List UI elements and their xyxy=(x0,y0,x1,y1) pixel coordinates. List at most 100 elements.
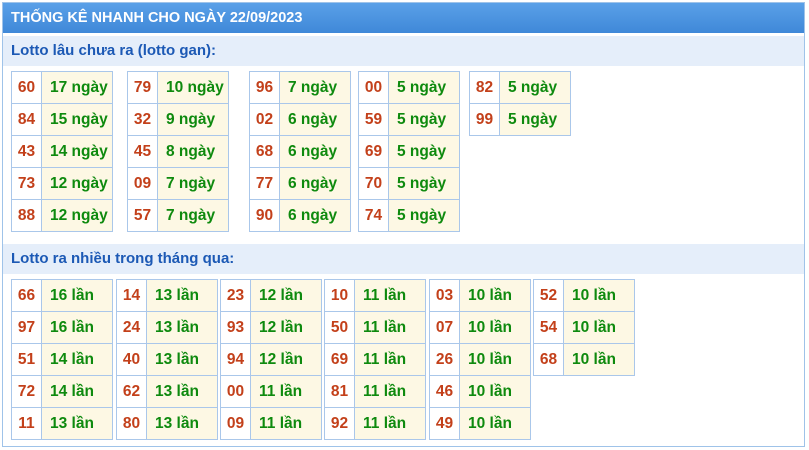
lotto-count: 8 ngày xyxy=(157,135,229,168)
table-row: 90 6 ngày xyxy=(249,199,351,232)
lotto-count: 11 lần xyxy=(354,311,426,344)
table-row: 49 10 lần xyxy=(429,407,531,440)
lotto-number: 40 xyxy=(116,343,147,376)
lotto-number: 52 xyxy=(533,279,564,312)
lotto-number: 14 xyxy=(116,279,147,312)
lotto-number: 93 xyxy=(220,311,251,344)
lotto-number: 03 xyxy=(429,279,460,312)
lotto-number: 96 xyxy=(249,71,280,104)
lotto-count: 11 lần xyxy=(250,407,322,440)
lotto-count: 10 lần xyxy=(459,375,531,408)
lotto-count: 7 ngày xyxy=(157,167,229,200)
lotto-number: 54 xyxy=(533,311,564,344)
lotto-count: 5 ngày xyxy=(388,167,460,200)
table-row: 43 14 ngày xyxy=(11,135,113,168)
lotto-count: 17 ngày xyxy=(41,71,113,104)
table-row: 40 13 lần xyxy=(116,343,218,376)
table-row: 70 5 ngày xyxy=(358,167,460,200)
lotto-count: 12 lần xyxy=(250,343,322,376)
lotto-count: 10 lần xyxy=(459,343,531,376)
lotto-number: 10 xyxy=(324,279,355,312)
lotto-count: 12 ngày xyxy=(41,199,113,232)
table-row: 26 10 lần xyxy=(429,343,531,376)
lotto-count: 12 lần xyxy=(250,279,322,312)
table-row: 60 17 ngày xyxy=(11,71,113,104)
table-row: 72 14 lần xyxy=(11,375,113,408)
lotto-count: 11 lần xyxy=(354,375,426,408)
gan-group-4: 00 5 ngày 59 5 ngày 69 5 ngày 70 5 ngày 74 5 ngày xyxy=(358,71,460,232)
lotto-count: 6 ngày xyxy=(279,135,351,168)
table-row: 46 10 lần xyxy=(429,375,531,408)
lotto-number: 84 xyxy=(11,103,42,136)
lotto-number: 62 xyxy=(116,375,147,408)
lotto-number: 09 xyxy=(220,407,251,440)
lotto-count: 11 lần xyxy=(250,375,322,408)
lotto-count: 13 lần xyxy=(146,279,218,312)
table-row: 99 5 ngày xyxy=(469,103,571,136)
lotto-number: 51 xyxy=(11,343,42,376)
table-row: 07 10 lần xyxy=(429,311,531,344)
lotto-count: 10 ngày xyxy=(157,71,229,104)
lotto-number: 07 xyxy=(429,311,460,344)
nhieu-group-3: 23 12 lần 93 12 lần 94 12 lần 00 11 lần 09 11 lần xyxy=(220,279,322,440)
lotto-count: 5 ngày xyxy=(388,135,460,168)
table-row: 80 13 lần xyxy=(116,407,218,440)
table-row: 45 8 ngày xyxy=(127,135,229,168)
lotto-number: 02 xyxy=(249,103,280,136)
table-row: 50 11 lần xyxy=(324,311,426,344)
lotto-count: 10 lần xyxy=(459,311,531,344)
lotto-count: 15 ngày xyxy=(41,103,113,136)
lotto-count: 6 ngày xyxy=(279,199,351,232)
lotto-count: 13 lần xyxy=(146,311,218,344)
lotto-number: 81 xyxy=(324,375,355,408)
lotto-count: 5 ngày xyxy=(499,103,571,136)
lotto-number: 23 xyxy=(220,279,251,312)
lotto-count: 6 ngày xyxy=(279,167,351,200)
table-row: 77 6 ngày xyxy=(249,167,351,200)
lotto-number: 69 xyxy=(358,135,389,168)
lotto-number: 70 xyxy=(358,167,389,200)
lotto-number: 11 xyxy=(11,407,42,440)
lotto-number: 94 xyxy=(220,343,251,376)
nhieu-group-2: 14 13 lần 24 13 lần 40 13 lần 62 13 lần 80 13 lần xyxy=(116,279,218,440)
table-row: 69 5 ngày xyxy=(358,135,460,168)
lotto-number: 24 xyxy=(116,311,147,344)
nhieu-group-1: 66 16 lần 97 16 lần 51 14 lần 72 14 lần 11 13 lần xyxy=(11,279,113,440)
table-row: 09 11 lần xyxy=(220,407,322,440)
lotto-count: 11 lần xyxy=(354,279,426,312)
table-row: 81 11 lần xyxy=(324,375,426,408)
lotto-count: 13 lần xyxy=(146,407,218,440)
table-row: 79 10 ngày xyxy=(127,71,229,104)
nhieu-group-6: 52 10 lần 54 10 lần 68 10 lần xyxy=(533,279,635,376)
table-row: 97 16 lần xyxy=(11,311,113,344)
lotto-count: 14 lần xyxy=(41,375,113,408)
lotto-number: 00 xyxy=(220,375,251,408)
lotto-count: 6 ngày xyxy=(279,103,351,136)
table-row: 23 12 lần xyxy=(220,279,322,312)
gan-group-5: 82 5 ngày 99 5 ngày xyxy=(469,71,571,136)
nhieu-group-5: 03 10 lần 07 10 lần 26 10 lần 46 10 lần 49 10 lần xyxy=(429,279,531,440)
lotto-count: 12 lần xyxy=(250,311,322,344)
table-row: 02 6 ngày xyxy=(249,103,351,136)
lotto-count: 7 ngày xyxy=(279,71,351,104)
table-row: 69 11 lần xyxy=(324,343,426,376)
lotto-number: 99 xyxy=(469,103,500,136)
lotto-count: 5 ngày xyxy=(388,199,460,232)
lotto-number: 45 xyxy=(127,135,158,168)
table-row: 66 16 lần xyxy=(11,279,113,312)
table-row: 00 5 ngày xyxy=(358,71,460,104)
lotto-count: 16 lần xyxy=(41,279,113,312)
table-row: 94 12 lần xyxy=(220,343,322,376)
lotto-number: 74 xyxy=(358,199,389,232)
lotto-count: 5 ngày xyxy=(499,71,571,104)
lotto-number: 49 xyxy=(429,407,460,440)
lotto-number: 09 xyxy=(127,167,158,200)
table-row: 88 12 ngày xyxy=(11,199,113,232)
lotto-count: 12 ngày xyxy=(41,167,113,200)
lotto-count: 13 lần xyxy=(146,343,218,376)
table-row: 03 10 lần xyxy=(429,279,531,312)
nhieu-group-4: 10 11 lần 50 11 lần 69 11 lần 81 11 lần 92 11 lần xyxy=(324,279,426,440)
lotto-number: 72 xyxy=(11,375,42,408)
lotto-count: 5 ngày xyxy=(388,103,460,136)
lotto-count: 10 lần xyxy=(459,279,531,312)
